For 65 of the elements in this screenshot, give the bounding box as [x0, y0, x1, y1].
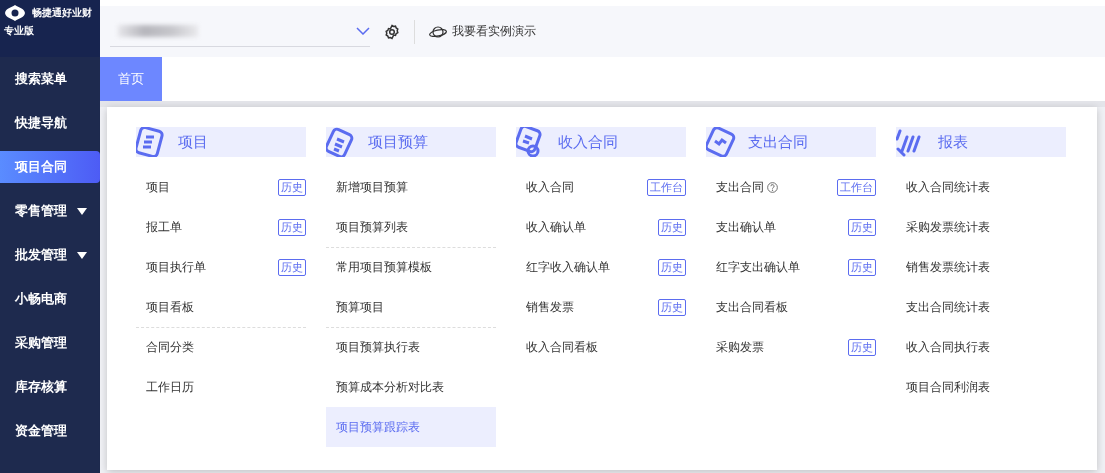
caret-icon	[77, 251, 87, 259]
sidebar-item[interactable]: 小畅电商	[0, 277, 100, 321]
menu-item[interactable]: 红字收入确认单 历史	[516, 247, 686, 287]
menu-item[interactable]: 项目看板	[136, 287, 306, 327]
menu-item[interactable]: 收入合同执行表	[896, 327, 1066, 367]
menu-item[interactable]: 项目预算跟踪表	[326, 407, 496, 447]
menu-item[interactable]: 项目预算执行表	[326, 327, 496, 367]
edition-label: 专业版	[4, 24, 35, 38]
menu-item[interactable]: 红字支出确认单 历史	[706, 247, 876, 287]
history-tag[interactable]: 历史	[848, 219, 876, 236]
sidebar-item[interactable]: 批发管理	[0, 233, 100, 277]
menu-item[interactable]: 常用项目预算模板	[326, 247, 496, 287]
group-title: 项目	[178, 132, 208, 152]
sidebar-item[interactable]: 资金管理	[0, 409, 100, 453]
help-icon	[767, 182, 778, 193]
list-icon	[136, 127, 166, 157]
history-tag[interactable]: 历史	[658, 259, 686, 276]
demo-link[interactable]: 我要看实例演示	[429, 23, 536, 40]
menu-item[interactable]: 销售发票 历史	[516, 287, 686, 327]
menu-item[interactable]: 支出确认单 历史	[706, 207, 876, 247]
menu-item[interactable]: 合同分类	[136, 327, 306, 367]
menu-item[interactable]: 采购发票统计表	[896, 207, 1066, 247]
menu-item[interactable]: 收入合同统计表	[896, 167, 1066, 207]
menu-item[interactable]: 预算项目	[326, 287, 496, 327]
logo-icon	[4, 4, 26, 22]
history-tag[interactable]: 历史	[848, 259, 876, 276]
menu-item[interactable]: 预算成本分析对比表	[326, 367, 496, 407]
menu-item[interactable]: 支出合同统计表	[896, 287, 1066, 327]
menu-item[interactable]: 收入合同 工作台	[516, 167, 686, 207]
sidebar-item[interactable]: 项目合同	[0, 151, 100, 183]
menu-item[interactable]: 收入合同看板	[516, 327, 686, 367]
brand-name: 畅捷通好业财	[32, 6, 92, 20]
history-tag[interactable]: 工作台	[837, 179, 876, 196]
caret-icon	[77, 207, 87, 215]
group-title: 支出合同	[748, 132, 808, 152]
chevron-down-icon	[356, 27, 370, 35]
menu-item[interactable]: 收入确认单 历史	[516, 207, 686, 247]
group-title: 报表	[938, 132, 968, 152]
history-tag[interactable]: 历史	[278, 219, 306, 236]
history-tag[interactable]: 历史	[278, 259, 306, 276]
sidebar-item[interactable]: 快捷导航	[0, 101, 100, 145]
menu-item[interactable]: 项目合同利润表	[896, 367, 1066, 407]
group-title: 收入合同	[558, 132, 618, 152]
menu-item[interactable]: 支出合同看板	[706, 287, 876, 327]
planet-icon	[429, 24, 447, 39]
history-tag[interactable]: 历史	[278, 179, 306, 196]
group-title: 项目预算	[368, 132, 428, 152]
menu-item[interactable]: 新增项目预算	[326, 167, 496, 207]
sidebar-item[interactable]: 零售管理	[0, 189, 100, 233]
menu-item[interactable]: 项目 历史	[136, 167, 306, 207]
sidebar-item[interactable]: 采购管理	[0, 321, 100, 365]
menu-item[interactable]: 工作日历	[136, 367, 306, 407]
history-tag[interactable]: 历史	[848, 339, 876, 356]
menu-item[interactable]: 项目执行单 历史	[136, 247, 306, 287]
sidebar-item[interactable]: 库存核算	[0, 365, 100, 409]
history-tag[interactable]: 历史	[658, 219, 686, 236]
history-tag[interactable]: 工作台	[647, 179, 686, 196]
menu-item[interactable]: 报工单 历史	[136, 207, 306, 247]
menu-item[interactable]: 采购发票 历史	[706, 327, 876, 367]
menu-item[interactable]: 支出合同 工作台	[706, 167, 876, 207]
settings-icon[interactable]	[384, 23, 400, 40]
sidebar-item[interactable]: 搜索菜单	[0, 57, 100, 101]
menu-item[interactable]: 销售发票统计表	[896, 247, 1066, 287]
history-tag[interactable]: 历史	[658, 299, 686, 316]
menu-item[interactable]: 项目预算列表	[326, 207, 496, 247]
